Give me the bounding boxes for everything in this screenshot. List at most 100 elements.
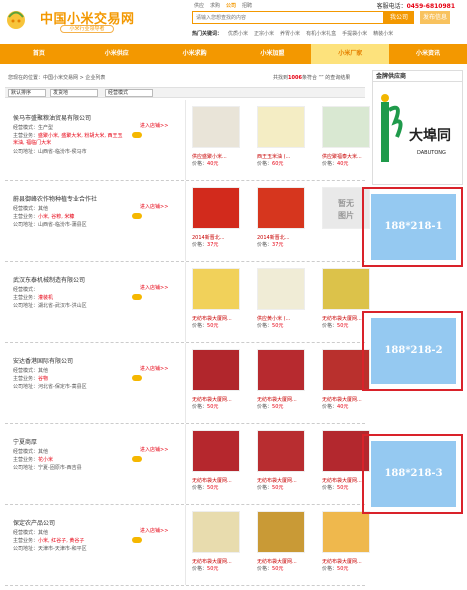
product-card[interactable]: 无纺布袋大厦网... 价格：50元 bbox=[257, 349, 309, 410]
shop-icon bbox=[132, 537, 142, 543]
product-name[interactable]: 西王玉米油 (... bbox=[257, 153, 309, 160]
millet-logo-icon[interactable] bbox=[3, 6, 29, 30]
product-image[interactable] bbox=[257, 511, 305, 553]
enter-shop-link[interactable]: 进入店铺>> bbox=[140, 365, 168, 372]
product-name[interactable]: 无纺布袋大厦网... bbox=[257, 477, 309, 484]
product-card[interactable]: 无纺布袋大厦网... 价格：50元 bbox=[192, 268, 244, 329]
ad-banner-label: 188*218-2 bbox=[371, 318, 456, 384]
sort-select[interactable]: 默认排序 bbox=[8, 89, 46, 97]
tab-supply[interactable]: 供应 bbox=[194, 2, 204, 9]
product-image[interactable] bbox=[192, 187, 240, 229]
product-image[interactable] bbox=[257, 349, 305, 391]
product-name[interactable]: 无纺布袋大厦网... bbox=[192, 558, 244, 565]
company-address: 公司地址：宁夏-固原市-西吉县 bbox=[13, 465, 82, 471]
company-name[interactable]: 安达香港国际有限公司 bbox=[13, 356, 73, 365]
product-image[interactable] bbox=[257, 106, 305, 148]
product-card[interactable]: 无纺布袋大厦网... 价格：50元 bbox=[192, 349, 244, 410]
search-input[interactable] bbox=[193, 12, 373, 23]
product-name[interactable]: 无纺布袋大厦网... bbox=[322, 558, 374, 565]
nav-news[interactable]: 小米资讯 bbox=[389, 44, 467, 64]
product-name[interactable]: 无纺布袋大厦网... bbox=[322, 396, 374, 403]
enter-shop-link[interactable]: 进入店铺>> bbox=[140, 284, 168, 291]
product-card[interactable]: 供应黄小米 (... 价格：50元 bbox=[257, 268, 309, 329]
product-name[interactable]: 无纺布袋大厦网... bbox=[192, 396, 244, 403]
product-image[interactable] bbox=[257, 187, 305, 229]
enter-shop-link[interactable]: 进入店铺>> bbox=[140, 446, 168, 453]
company-name[interactable]: 宁夏商厚 bbox=[13, 437, 37, 446]
tab-jobs[interactable]: 招聘 bbox=[242, 2, 252, 9]
result-count: 共找到1006条符合 “” 的查询结果 bbox=[273, 75, 351, 81]
product-card[interactable]: 2014新晋北... 价格：37元 bbox=[192, 187, 244, 248]
product-image[interactable] bbox=[257, 430, 305, 472]
company-mode: 经营模式：其他 bbox=[13, 449, 49, 455]
nav-manufacturers[interactable]: 小米厂家 bbox=[311, 44, 390, 64]
product-name[interactable]: 无纺布袋大厦网... bbox=[257, 396, 309, 403]
hot-keyword[interactable]: 正宗小米 bbox=[254, 30, 274, 37]
product-image[interactable] bbox=[257, 268, 305, 310]
nav-home[interactable]: 首页 bbox=[0, 44, 78, 64]
ad-banner-3[interactable]: 188*218-3 bbox=[362, 434, 463, 514]
region-select[interactable]: 发货地 bbox=[50, 89, 98, 97]
shop-icon bbox=[132, 132, 142, 138]
hot-keyword[interactable]: 优质小米 bbox=[228, 30, 248, 37]
product-image[interactable] bbox=[192, 511, 240, 553]
product-name[interactable]: 无纺布袋大厦网... bbox=[192, 477, 244, 484]
product-card[interactable]: 无纺布袋大厦网... 价格：50元 bbox=[192, 511, 244, 572]
hot-keyword[interactable]: 有机小米礼盒 bbox=[306, 30, 336, 37]
enter-shop-link[interactable]: 进入店铺>> bbox=[140, 203, 168, 210]
ad-banner-2[interactable]: 188*218-2 bbox=[362, 311, 463, 391]
product-name[interactable]: 供应聚福泰大米... bbox=[322, 153, 374, 160]
product-card[interactable]: 无纺布袋大厦网... 价格：50元 bbox=[192, 430, 244, 491]
company-row: 保定农产品公司 经营模式：其他 主营业务：小米, 红谷子, 黄谷子 公司地址：天津市-… bbox=[5, 505, 370, 586]
hot-keyword[interactable]: 养胃小米 bbox=[280, 30, 300, 37]
tab-purchase[interactable]: 求购 bbox=[210, 2, 220, 9]
ad-banner-1[interactable]: 188*218-1 bbox=[362, 187, 463, 267]
product-card[interactable]: 无纺布袋大厦网... 价格：50元 bbox=[322, 511, 374, 572]
nav-supply[interactable]: 小米供应 bbox=[78, 44, 156, 64]
mode-select[interactable]: 经营模式 bbox=[105, 89, 153, 97]
company-row: 蔚县御峰农作物种植专业合作社 经营模式：其他 主营业务：小米, 谷糁, 米糠 公司地址… bbox=[5, 181, 370, 262]
nav-purchase[interactable]: 小米求购 bbox=[156, 44, 234, 64]
enter-shop-link[interactable]: 进入店铺>> bbox=[140, 122, 168, 129]
product-name[interactable]: 无纺布袋大厦网... bbox=[257, 558, 309, 565]
product-price: 价格：50元 bbox=[257, 404, 284, 410]
hot-keyword[interactable]: 精装小米 bbox=[373, 30, 393, 37]
company-name[interactable]: 蔚县御峰农作物种植专业合作社 bbox=[13, 194, 97, 203]
product-name[interactable]: 无纺布袋大厦网... bbox=[192, 315, 244, 322]
enter-shop-link[interactable]: 进入店铺>> bbox=[140, 527, 168, 534]
publish-button[interactable]: 发布信息 bbox=[420, 11, 450, 24]
company-mode: 经营模式：其他 bbox=[13, 368, 49, 374]
product-name[interactable]: 2014新晋北... bbox=[192, 234, 244, 241]
product-card[interactable]: 2014新晋北... 价格：37元 bbox=[257, 187, 309, 248]
hotline-number: 0459-6810981 bbox=[406, 3, 455, 10]
product-price: 价格：60元 bbox=[257, 161, 284, 167]
product-image[interactable] bbox=[322, 106, 370, 148]
search-button[interactable]: 我公司 bbox=[384, 11, 414, 24]
product-card[interactable]: 西王玉米油 (... 价格：60元 bbox=[257, 106, 309, 167]
product-image[interactable] bbox=[192, 268, 240, 310]
product-name[interactable]: 供应黄小米 (... bbox=[257, 315, 309, 322]
product-card[interactable]: 供应盛聚小米... 价格：40元 bbox=[192, 106, 244, 167]
company-mode: 经营模式：其他 bbox=[13, 530, 49, 536]
product-name[interactable]: 2014新晋北... bbox=[257, 234, 309, 241]
supplier-logo[interactable]: 大埠同 DABUTONG bbox=[373, 82, 462, 182]
company-name[interactable]: 侯马市盛聚粮油贸易有限公司 bbox=[13, 113, 91, 122]
company-main: 主营业务：小米, 谷糁, 米糠 bbox=[13, 214, 75, 220]
company-address: 公司地址：河北省-保定市-蒿县区 bbox=[13, 384, 87, 390]
product-price: 价格：50元 bbox=[192, 485, 219, 491]
tab-company[interactable]: 公司 bbox=[226, 2, 236, 9]
hot-keyword[interactable]: 手提袋小米 bbox=[342, 30, 367, 37]
product-image[interactable] bbox=[322, 268, 370, 310]
company-name[interactable]: 武汉东泰机械制造有限公司 bbox=[13, 275, 85, 284]
company-mode: 经营模式：生产型 bbox=[13, 125, 54, 131]
product-image[interactable] bbox=[192, 430, 240, 472]
nav-franchise[interactable]: 小米加盟 bbox=[233, 44, 311, 64]
product-card[interactable]: 无纺布袋大厦网... 价格：50元 bbox=[257, 430, 309, 491]
company-name[interactable]: 保定农产品公司 bbox=[13, 518, 55, 527]
product-card[interactable]: 供应聚福泰大米... 价格：40元 bbox=[322, 106, 374, 167]
product-image[interactable] bbox=[322, 511, 370, 553]
product-image[interactable] bbox=[192, 106, 240, 148]
product-image[interactable] bbox=[192, 349, 240, 391]
product-name[interactable]: 供应盛聚小米... bbox=[192, 153, 244, 160]
product-card[interactable]: 无纺布袋大厦网... 价格：50元 bbox=[257, 511, 309, 572]
